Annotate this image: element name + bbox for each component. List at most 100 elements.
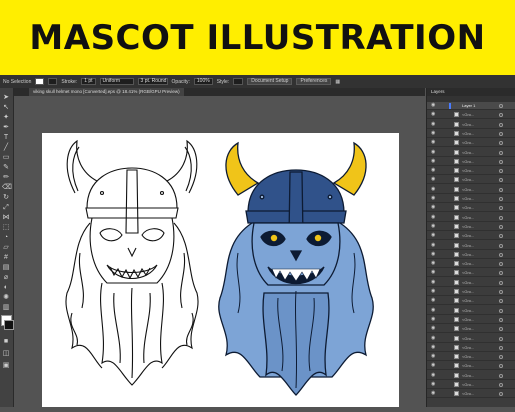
layer-target-icon[interactable]	[499, 243, 503, 248]
layer-target-icon[interactable]	[499, 271, 503, 276]
visibility-eye-icon[interactable]: ◉	[431, 391, 437, 396]
layer-target-icon[interactable]	[499, 336, 503, 341]
layer-target-icon[interactable]	[499, 252, 503, 257]
eyedropper-icon[interactable]: ⌀	[2, 274, 10, 281]
visibility-eye-icon[interactable]: ◉	[431, 354, 437, 359]
pencil-icon[interactable]: ✏	[2, 174, 10, 181]
free-transform-icon[interactable]: ⬚	[2, 224, 10, 231]
rotate-tool-icon[interactable]: ↻	[2, 194, 10, 201]
draw-mode-icon[interactable]: ◫	[2, 350, 10, 357]
arrange-icon[interactable]: ▦	[335, 79, 340, 85]
visibility-eye-icon[interactable]: ◉	[431, 382, 437, 387]
visibility-eye-icon[interactable]: ◉	[431, 233, 437, 238]
layer-target-icon[interactable]	[499, 345, 503, 350]
shape-builder-icon[interactable]: ◔	[2, 234, 10, 241]
pen-tool-icon[interactable]: ✒	[2, 124, 10, 131]
visibility-eye-icon[interactable]: ◉	[431, 168, 437, 173]
layer-row[interactable]: ◉ <Gro...	[427, 167, 515, 176]
width-tool-icon[interactable]: ⋈	[2, 214, 10, 221]
magic-wand-icon[interactable]: ✦	[2, 114, 10, 121]
stroke-weight-field[interactable]: 1 pt	[81, 78, 96, 85]
layer-target-icon[interactable]	[499, 392, 503, 397]
layer-row[interactable]: ◉ <Gro...	[427, 297, 515, 306]
visibility-eye-icon[interactable]: ◉	[431, 112, 437, 117]
gradient-tool-icon[interactable]: ▤	[2, 264, 10, 271]
line-tool-icon[interactable]: ╱	[2, 144, 10, 151]
layer-row[interactable]: ◉ <Gro...	[427, 214, 515, 222]
paintbrush-icon[interactable]: ✎	[2, 164, 10, 171]
layer-target-icon[interactable]	[499, 159, 503, 164]
visibility-eye-icon[interactable]: ◉	[431, 279, 437, 285]
visibility-eye-icon[interactable]: ◉	[431, 372, 437, 378]
layer-row[interactable]: ◉ <Gro...	[427, 362, 515, 371]
artboard[interactable]	[42, 133, 399, 407]
layer-row[interactable]: ◉ <Gro...	[427, 186, 515, 194]
visibility-eye-icon[interactable]: ◉	[431, 289, 437, 294]
layer-row[interactable]: ◉ <Gro...	[427, 372, 515, 380]
layer-row[interactable]: ◉ <Gro...	[427, 130, 515, 138]
layer-target-icon[interactable]	[499, 224, 503, 229]
layer-row[interactable]: ◉ <Gro...	[427, 288, 515, 296]
visibility-eye-icon[interactable]: ◉	[431, 103, 437, 108]
layer-row[interactable]: ◉ <Gro...	[427, 149, 515, 157]
layer-target-icon[interactable]	[499, 317, 503, 322]
layer-row[interactable]: ◉ <Gro...	[427, 279, 515, 287]
visibility-eye-icon[interactable]: ◉	[431, 298, 437, 303]
layer-row[interactable]: ◉ <Gro...	[427, 111, 515, 120]
color-mode-icon[interactable]: ■	[2, 338, 10, 345]
visibility-eye-icon[interactable]: ◉	[431, 270, 437, 275]
variable-width-dropdown[interactable]: Uniform	[99, 78, 134, 85]
visibility-eye-icon[interactable]: ◉	[431, 186, 437, 192]
layer-target-icon[interactable]	[499, 131, 503, 136]
visibility-eye-icon[interactable]: ◉	[431, 223, 437, 229]
layer-row[interactable]: ◉ <Gro...	[427, 139, 515, 148]
layer-row[interactable]: ◉ <Gro...	[427, 260, 515, 269]
scale-tool-icon[interactable]: ⤢	[2, 204, 10, 211]
layer-target-icon[interactable]	[499, 113, 503, 118]
layer-target-icon[interactable]	[499, 234, 503, 239]
layer-target-icon[interactable]	[499, 262, 503, 267]
layer-row[interactable]: ◉ <Gro...	[427, 195, 515, 203]
layer-row[interactable]: ◉ <Gro...	[427, 344, 515, 352]
brush-dropdown[interactable]: 3 pt. Round	[137, 78, 168, 85]
visibility-eye-icon[interactable]: ◉	[431, 316, 437, 322]
visibility-eye-icon[interactable]: ◉	[431, 214, 437, 220]
visibility-eye-icon[interactable]: ◉	[431, 251, 437, 257]
layer-target-icon[interactable]	[499, 355, 503, 360]
layer-target-icon[interactable]	[499, 280, 503, 285]
layer-row[interactable]: ◉ <Gro...	[427, 121, 515, 129]
layer-row[interactable]: ◉ <Gro...	[427, 381, 515, 389]
layer-target-icon[interactable]	[499, 299, 503, 304]
visibility-eye-icon[interactable]: ◉	[431, 335, 437, 341]
visibility-eye-icon[interactable]: ◉	[431, 242, 437, 248]
layer-row[interactable]: ◉ <Gro...	[427, 390, 515, 399]
layer-target-icon[interactable]	[499, 122, 503, 127]
layer-row[interactable]: ◉ <Gro...	[427, 269, 515, 278]
visibility-eye-icon[interactable]: ◉	[431, 205, 437, 210]
mesh-tool-icon[interactable]: #	[2, 254, 10, 261]
document-tab[interactable]: viking skull helmet mono [Converted].eps…	[29, 88, 184, 96]
opacity-field[interactable]: 100%	[193, 78, 213, 85]
visibility-eye-icon[interactable]: ◉	[431, 344, 437, 350]
layer-target-icon[interactable]	[499, 215, 503, 220]
layer-target-icon[interactable]	[499, 373, 503, 378]
layer-row[interactable]: ◉ <Gro...	[427, 325, 515, 334]
screen-mode-icon[interactable]: ▣	[2, 362, 10, 369]
visibility-eye-icon[interactable]: ◉	[431, 177, 437, 182]
layer-row[interactable]: ◉ <Gro...	[427, 204, 515, 213]
layer-target-icon[interactable]	[499, 308, 503, 313]
blend-tool-icon[interactable]: ◐	[2, 284, 10, 291]
layer-row[interactable]: ◉ <Gro...	[427, 316, 515, 324]
direct-selection-icon[interactable]: ↖	[2, 104, 10, 111]
layer-target-icon[interactable]	[499, 206, 503, 211]
layer-target-icon[interactable]	[499, 364, 503, 369]
perspective-grid-icon[interactable]: ▱	[2, 244, 10, 251]
layer-target-icon[interactable]	[499, 383, 503, 387]
preferences-button[interactable]: Preferences	[296, 78, 332, 85]
visibility-eye-icon[interactable]: ◉	[431, 121, 437, 127]
layer-row[interactable]: ◉ <Gro...	[427, 232, 515, 241]
layer-row[interactable]: ◉ <Gro...	[427, 307, 515, 315]
visibility-eye-icon[interactable]: ◉	[431, 307, 437, 313]
visibility-eye-icon[interactable]: ◉	[431, 158, 437, 164]
layer-target-icon[interactable]	[499, 104, 503, 108]
